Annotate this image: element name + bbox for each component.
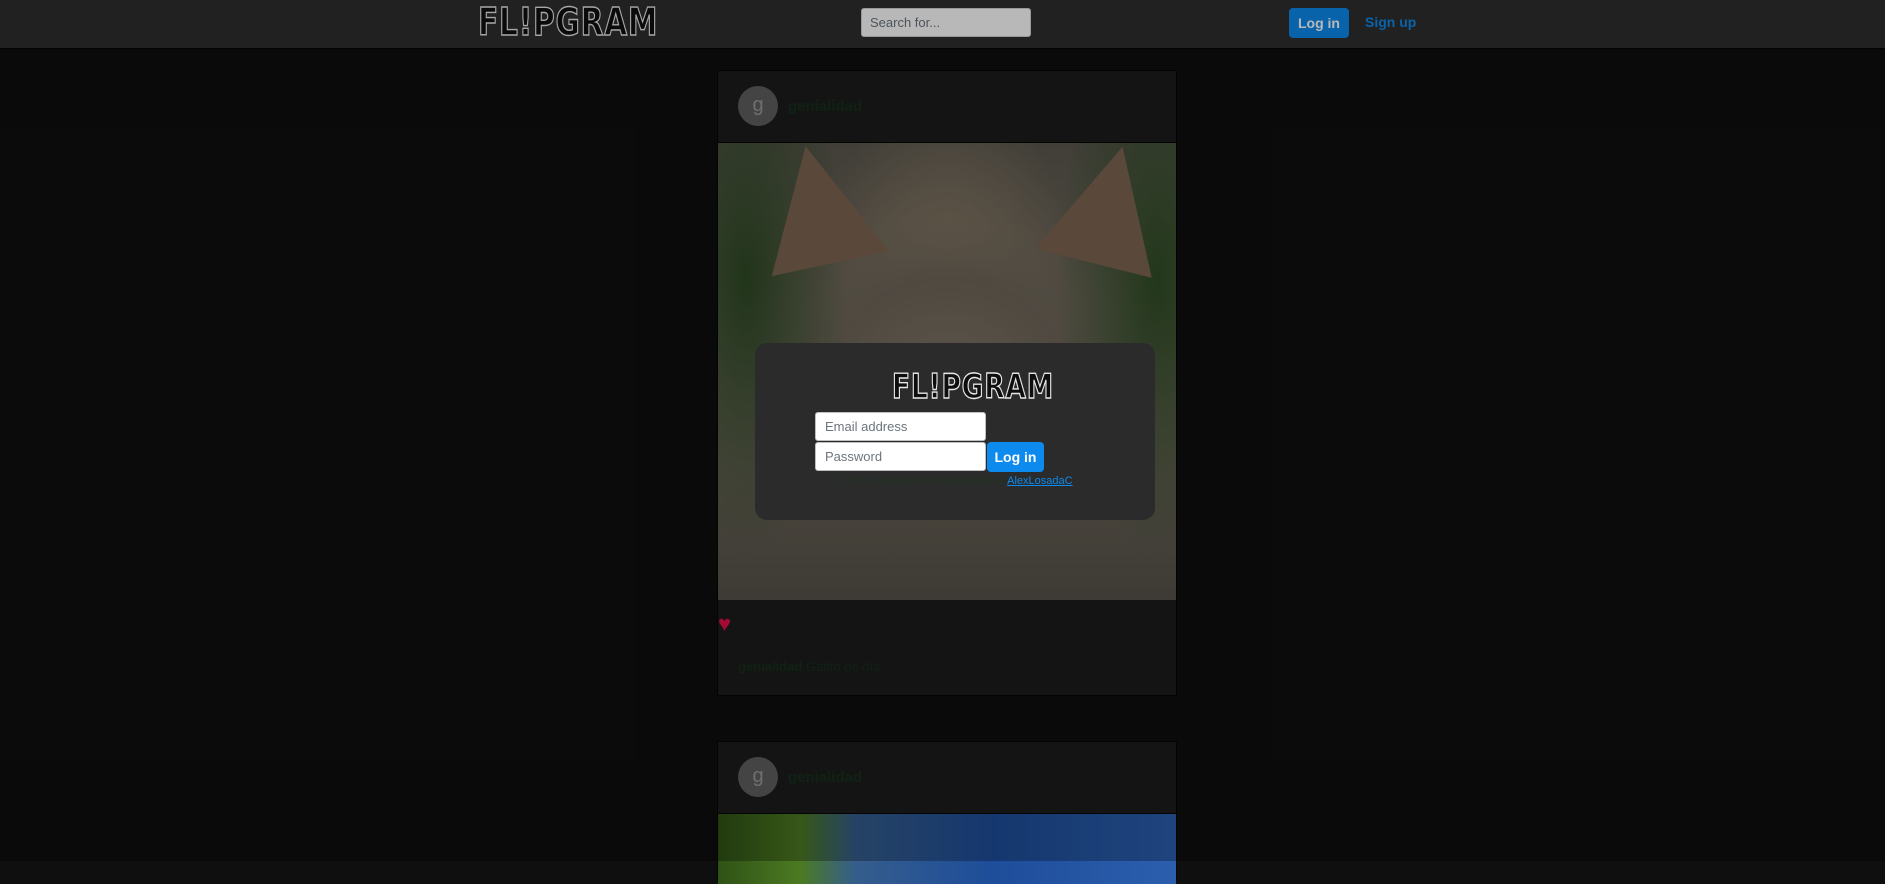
signup-link[interactable]: Sign up [1365, 14, 1416, 30]
login-button[interactable]: Log in [1289, 8, 1349, 38]
post-card: g genialidad [717, 741, 1177, 884]
beach-photo [718, 814, 1176, 884]
post-username[interactable]: genialidad [788, 98, 862, 115]
modal-login-button[interactable]: Log in [987, 442, 1044, 472]
avatar[interactable]: g [738, 86, 778, 126]
heart-icon[interactable]: ♥ [718, 613, 740, 635]
post-actions: ♥ genialidad Gatito de día [718, 600, 1176, 696]
modal-logo: FL!PGRAM [891, 367, 1054, 407]
post-header: g genialidad [718, 71, 1176, 143]
login-modal: FL!PGRAM Log in © 2021 Flipgram by devel… [755, 343, 1155, 520]
top-navbar: FL!PGRAM Log in Sign up [0, 0, 1885, 49]
avatar[interactable]: g [738, 757, 778, 797]
search-input[interactable] [861, 8, 1031, 37]
email-field[interactable] [815, 412, 986, 441]
post-image[interactable] [718, 814, 1176, 884]
post-header: g genialidad [718, 742, 1176, 814]
caption-username[interactable]: genialidad [738, 659, 802, 674]
post-caption: genialidad Gatito de día [738, 659, 880, 674]
password-field[interactable] [815, 442, 986, 471]
footer-text: © 2021 Flipgram by developed by [840, 475, 1005, 487]
author-link[interactable]: AlexLosadaC [1007, 475, 1072, 487]
post-username[interactable]: genialidad [788, 769, 862, 786]
caption-text: Gatito de día [805, 659, 881, 674]
modal-footer: © 2021 Flipgram by developed by AlexLosa… [840, 475, 1073, 487]
brand-logo[interactable]: FL!PGRAM [477, 0, 658, 43]
